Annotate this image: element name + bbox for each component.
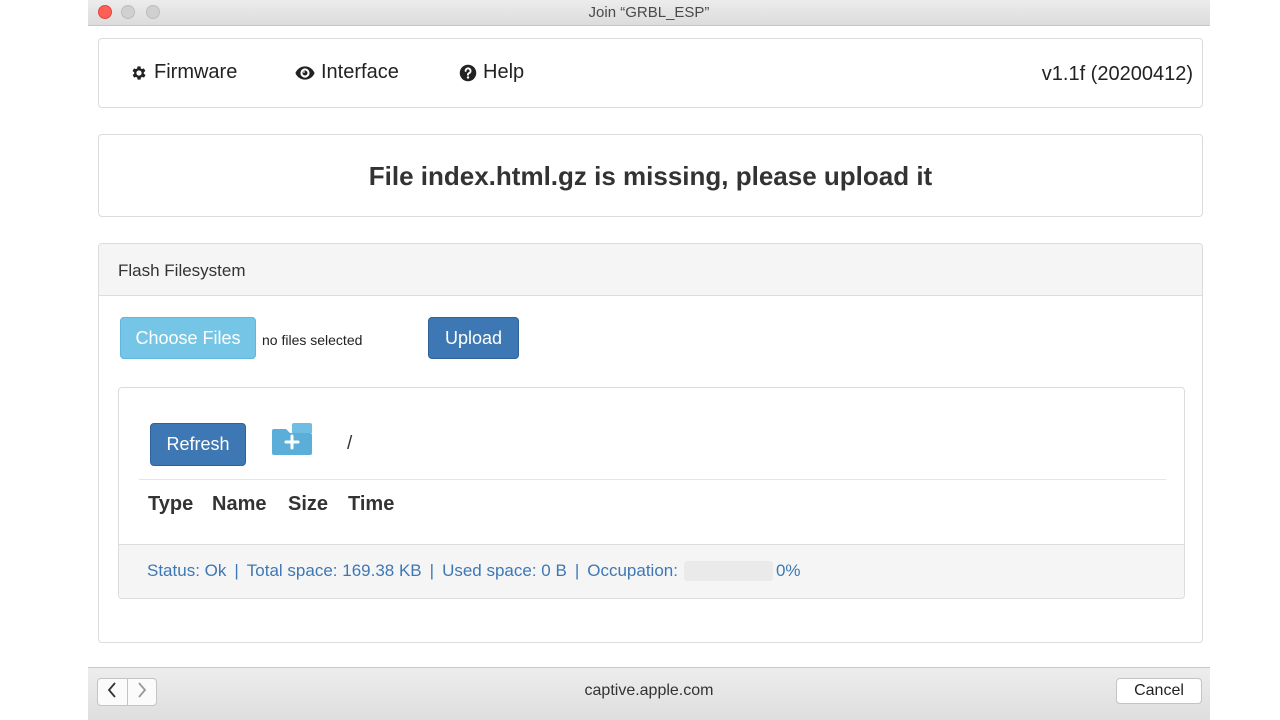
version-label: v1.1f (20200412): [1041, 63, 1193, 85]
title-bar: Join “GRBL_ESP”: [88, 0, 1210, 26]
cancel-button[interactable]: Cancel: [1116, 678, 1202, 704]
status-line: Status: Ok | Total space: 169.38 KB | Us…: [147, 561, 801, 581]
folder-plus-icon[interactable]: [272, 423, 312, 455]
upload-button[interactable]: Upload: [428, 317, 519, 359]
gear-icon: [130, 64, 148, 82]
column-header-time: Time: [348, 493, 395, 515]
page-url: captive.apple.com: [584, 682, 714, 699]
status-separator: |: [574, 561, 580, 580]
nav-firmware[interactable]: Firmware: [130, 61, 237, 84]
choose-files-button[interactable]: Choose Files: [120, 317, 256, 359]
nav-interface-label: Interface: [321, 61, 399, 83]
captive-portal-window: Join “GRBL_ESP” Firmware Interface Help …: [88, 0, 1210, 720]
question-circle-icon: [459, 64, 477, 82]
nav-interface[interactable]: Interface: [295, 61, 399, 84]
status-text: Status: Ok: [147, 561, 227, 580]
filesystem-status-bar: Status: Ok | Total space: 169.38 KB | Us…: [119, 544, 1184, 598]
column-header-size: Size: [288, 493, 329, 515]
used-space-text: Used space: 0 B: [442, 561, 567, 580]
occupation-percent: 0%: [775, 561, 801, 580]
missing-file-panel: File index.html.gz is missing, please up…: [98, 134, 1203, 217]
eye-icon: [295, 65, 315, 81]
current-path: /: [347, 433, 353, 454]
flash-filesystem-heading: Flash Filesystem: [99, 244, 1202, 296]
top-navbar: Firmware Interface Help v1.1f (20200412): [98, 38, 1203, 108]
flash-filesystem-title: Flash Filesystem: [118, 261, 246, 280]
file-browser: Refresh / Type Name Size Time Status: Ok…: [118, 387, 1185, 599]
status-separator: |: [429, 561, 435, 580]
bottom-toolbar: captive.apple.com Cancel: [88, 667, 1210, 720]
divider: [139, 479, 1166, 480]
occupation-progress-bar: [683, 561, 773, 581]
nav-firmware-label: Firmware: [154, 61, 238, 83]
refresh-button[interactable]: Refresh: [150, 423, 246, 466]
column-header-name: Name: [212, 493, 267, 515]
nav-help-label: Help: [483, 61, 525, 83]
flash-filesystem-panel: Flash Filesystem Choose Files no files s…: [98, 243, 1203, 643]
no-files-selected-text: no files selected: [262, 332, 363, 348]
missing-file-message: File index.html.gz is missing, please up…: [368, 161, 933, 191]
column-header-type: Type: [148, 493, 194, 515]
total-space-text: Total space: 169.38 KB: [246, 561, 422, 580]
nav-help[interactable]: Help: [459, 61, 524, 84]
window-title: Join “GRBL_ESP”: [588, 4, 710, 21]
status-separator: |: [234, 561, 239, 580]
occupation-label: Occupation:: [587, 561, 678, 580]
